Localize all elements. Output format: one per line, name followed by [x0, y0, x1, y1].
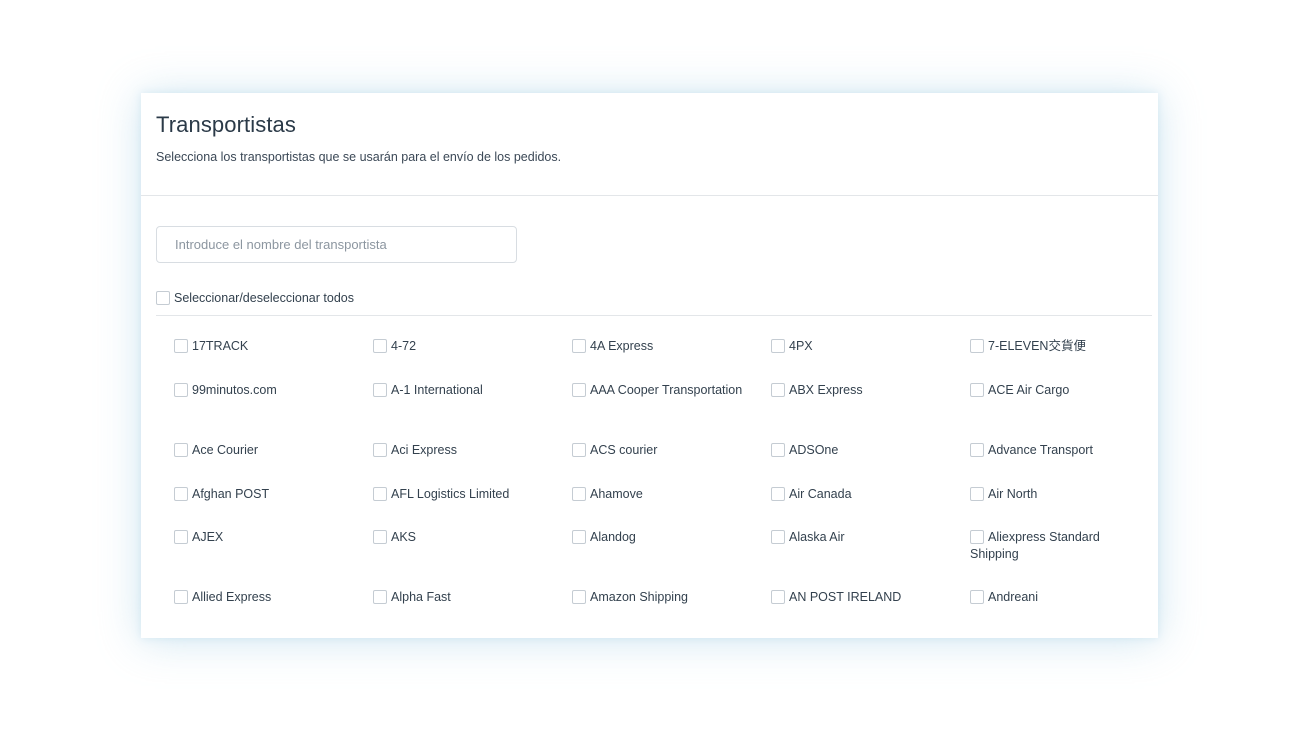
carrier-option[interactable]: AFL Logistics Limited [373, 486, 553, 503]
carrier-option[interactable]: Amazon Shipping [572, 589, 752, 606]
carrier-label: 99minutos.com [192, 383, 277, 397]
carrier-checkbox[interactable] [771, 487, 785, 501]
carrier-label: Alaska Air [789, 530, 845, 544]
carrier-checkbox[interactable] [373, 530, 387, 544]
carrier-option[interactable]: Advance Transport [970, 442, 1150, 459]
carrier-option[interactable]: A-1 International [373, 382, 553, 399]
carrier-checkbox[interactable] [970, 383, 984, 397]
carrier-option[interactable]: ACS courier [572, 442, 752, 459]
carrier-option[interactable]: ADSOne [771, 442, 951, 459]
carrier-option[interactable]: 99minutos.com [174, 382, 354, 399]
carrier-checkbox[interactable] [373, 590, 387, 604]
select-all-checkbox[interactable] [156, 291, 170, 305]
carrier-option[interactable]: Ahamove [572, 486, 752, 503]
carrier-label: AN POST IRELAND [789, 590, 902, 604]
carrier-checkbox[interactable] [373, 443, 387, 457]
divider [156, 315, 1152, 316]
carrier-option[interactable]: ACE Air Cargo [970, 382, 1150, 399]
carrier-option[interactable]: 7-ELEVEN交貨便 [970, 338, 1150, 355]
carrier-label: Aliexpress Standard Shipping [970, 530, 1100, 561]
carrier-option[interactable]: AKS [373, 529, 553, 546]
carrier-label: Ahamove [590, 487, 643, 501]
carrier-label: Alandog [590, 530, 636, 544]
carrier-label: Afghan POST [192, 487, 270, 501]
select-all-toggle[interactable]: Seleccionar/deseleccionar todos [156, 290, 354, 306]
carrier-label: ADSOne [789, 443, 839, 457]
carrier-checkbox[interactable] [174, 339, 188, 353]
carrier-label: ACE Air Cargo [988, 383, 1070, 397]
carrier-option[interactable]: Alandog [572, 529, 752, 546]
carrier-checkbox[interactable] [572, 443, 586, 457]
carrier-label: Amazon Shipping [590, 590, 688, 604]
carrier-label: Air Canada [789, 487, 852, 501]
carrier-option[interactable]: ABX Express [771, 382, 951, 399]
carrier-checkbox[interactable] [174, 487, 188, 501]
carrier-checkbox[interactable] [771, 339, 785, 353]
carrier-option[interactable]: 17TRACK [174, 338, 354, 355]
carrier-label: Ace Courier [192, 443, 258, 457]
carrier-option[interactable]: Air Canada [771, 486, 951, 503]
select-all-label: Seleccionar/deseleccionar todos [174, 291, 354, 305]
carrier-option[interactable]: Allied Express [174, 589, 354, 606]
carrier-checkbox[interactable] [174, 383, 188, 397]
page-title: Transportistas [156, 112, 296, 137]
carrier-label: A-1 International [391, 383, 483, 397]
carrier-checkbox[interactable] [174, 443, 188, 457]
carrier-label: AJEX [192, 530, 224, 544]
carrier-checkbox[interactable] [771, 590, 785, 604]
carriers-card: Transportistas Selecciona los transporti… [141, 93, 1158, 638]
carrier-option[interactable]: Alaska Air [771, 529, 951, 546]
carrier-label: 4PX [789, 339, 813, 353]
carrier-label: Aci Express [391, 443, 457, 457]
carrier-checkbox[interactable] [572, 530, 586, 544]
carrier-label: AAA Cooper Transportation [590, 383, 743, 397]
carrier-checkbox[interactable] [572, 383, 586, 397]
carrier-option[interactable]: Air North [970, 486, 1150, 503]
carrier-option[interactable]: Andreani [970, 589, 1150, 606]
carrier-option[interactable]: Aci Express [373, 442, 553, 459]
carrier-checkbox[interactable] [373, 383, 387, 397]
carrier-label: 4A Express [590, 339, 654, 353]
carrier-checkbox[interactable] [970, 530, 984, 544]
carrier-checkbox[interactable] [970, 487, 984, 501]
carrier-option[interactable]: 4-72 [373, 338, 553, 355]
carrier-checkbox[interactable] [174, 590, 188, 604]
carrier-checkbox[interactable] [373, 339, 387, 353]
carrier-checkbox[interactable] [970, 443, 984, 457]
carrier-checkbox[interactable] [572, 590, 586, 604]
carrier-option[interactable]: 4A Express [572, 338, 752, 355]
carrier-checkbox[interactable] [771, 443, 785, 457]
carrier-label: 17TRACK [192, 339, 249, 353]
carrier-search-input[interactable] [156, 226, 517, 263]
page-subtitle: Selecciona los transportistas que se usa… [156, 150, 562, 164]
carrier-label: ABX Express [789, 383, 863, 397]
carrier-checkbox[interactable] [771, 383, 785, 397]
carrier-option[interactable]: AN POST IRELAND [771, 589, 951, 606]
carrier-checkbox[interactable] [771, 530, 785, 544]
carrier-option[interactable]: Afghan POST [174, 486, 354, 503]
carrier-label: Andreani [988, 590, 1039, 604]
carrier-label: Allied Express [192, 590, 272, 604]
carrier-label: 4-72 [391, 339, 417, 353]
carrier-option[interactable]: 4PX [771, 338, 951, 355]
carrier-label: AFL Logistics Limited [391, 487, 510, 501]
carrier-checkbox[interactable] [373, 487, 387, 501]
carrier-label: Advance Transport [988, 443, 1093, 457]
carrier-label: Air North [988, 487, 1038, 501]
carrier-option[interactable]: AJEX [174, 529, 354, 546]
carrier-option[interactable]: Ace Courier [174, 442, 354, 459]
carrier-checkbox[interactable] [970, 339, 984, 353]
carrier-option[interactable]: Alpha Fast [373, 589, 553, 606]
carrier-option[interactable]: Aliexpress Standard Shipping [970, 529, 1150, 562]
carrier-checkbox[interactable] [572, 339, 586, 353]
carrier-label: AKS [391, 530, 417, 544]
carrier-label: 7-ELEVEN交貨便 [988, 339, 1086, 353]
carrier-label: Alpha Fast [391, 590, 451, 604]
carrier-checkbox[interactable] [572, 487, 586, 501]
carrier-checkbox[interactable] [970, 590, 984, 604]
card-header: Transportistas Selecciona los transporti… [141, 93, 1158, 196]
carrier-checkbox[interactable] [174, 530, 188, 544]
carrier-option[interactable]: AAA Cooper Transportation [572, 382, 752, 399]
carrier-label: ACS courier [590, 443, 658, 457]
